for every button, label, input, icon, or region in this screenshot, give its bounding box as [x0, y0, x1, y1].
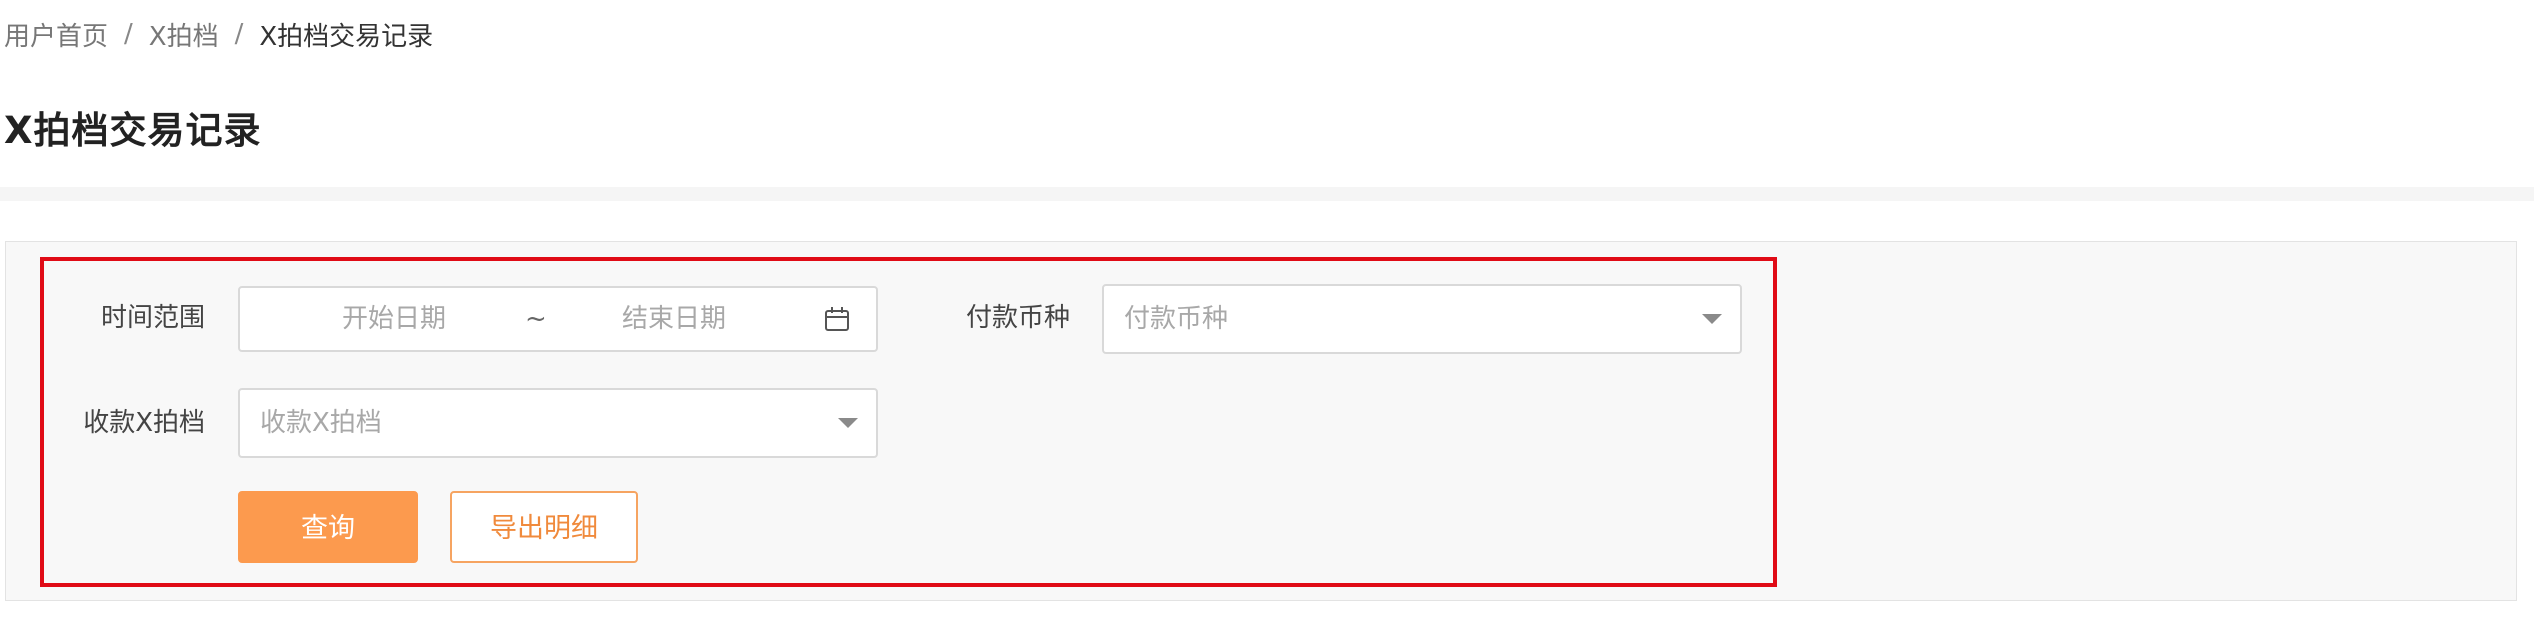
payee-partner-label: 收款X拍档: [83, 408, 205, 438]
caret-down-icon: [1702, 314, 1722, 324]
end-date-input[interactable]: 结束日期: [622, 288, 726, 350]
payee-partner-select[interactable]: 收款X拍档: [238, 388, 878, 458]
breadcrumb-item-x-partner[interactable]: X拍档: [149, 16, 219, 53]
start-date-input[interactable]: 开始日期: [342, 288, 446, 350]
breadcrumb-item-current: X拍档交易记录: [259, 21, 434, 52]
payee-partner-select-placeholder: 收款X拍档: [260, 408, 382, 438]
date-range-separator: ~: [525, 304, 547, 334]
page-title: X拍档交易记录: [4, 109, 262, 152]
export-details-button[interactable]: 导出明细: [450, 491, 638, 563]
breadcrumb: 用户首页 / X拍档 / X拍档交易记录: [4, 14, 433, 54]
caret-down-icon: [838, 418, 858, 428]
section-divider: [0, 187, 2534, 201]
calendar-icon[interactable]: [824, 306, 850, 332]
date-range-picker[interactable]: 开始日期 ~ 结束日期: [238, 286, 878, 352]
breadcrumb-separator: /: [124, 19, 133, 49]
time-range-label: 时间范围: [100, 303, 205, 333]
currency-select[interactable]: 付款币种: [1102, 284, 1742, 354]
query-button[interactable]: 查询: [238, 491, 418, 563]
breadcrumb-item-home[interactable]: 用户首页: [4, 16, 108, 53]
currency-select-placeholder: 付款币种: [1124, 304, 1229, 334]
currency-label: 付款币种: [965, 303, 1070, 333]
breadcrumb-separator: /: [234, 19, 244, 49]
